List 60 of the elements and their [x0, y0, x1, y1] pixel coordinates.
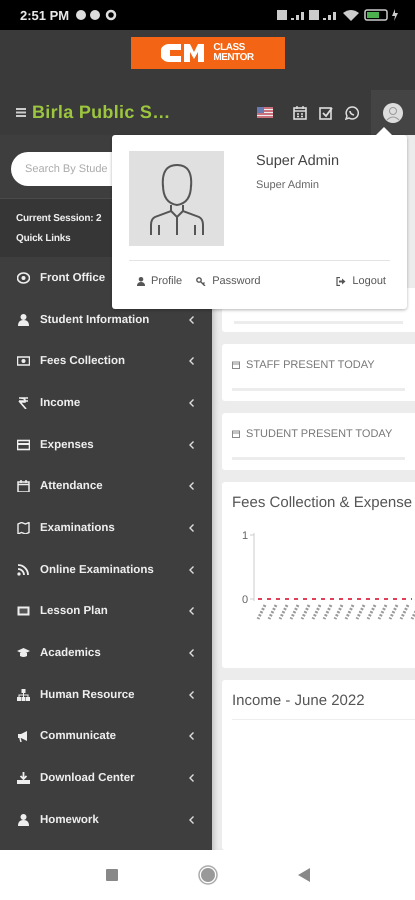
card-icon	[17, 438, 30, 451]
menu-item[interactable]: Expenses	[40, 438, 94, 451]
megaphone-icon	[17, 730, 30, 742]
menu-item[interactable]: Lesson Plan	[40, 605, 108, 618]
user-name: Super Admin	[256, 153, 340, 169]
user-icon	[137, 276, 145, 286]
profile-menu-link[interactable]: Logout	[336, 275, 386, 287]
menu-item[interactable]: Examinations	[40, 522, 115, 534]
y-axis	[250, 532, 254, 602]
download-icon	[17, 772, 30, 784]
calendar-icon	[17, 480, 30, 492]
avatar-icon[interactable]	[383, 102, 403, 122]
key-icon	[196, 276, 206, 286]
user-icon	[17, 314, 30, 326]
org-chart-icon	[17, 688, 30, 701]
y-tick-label: 0	[242, 594, 248, 606]
card-title: STUDENT PRESENT TODAY	[246, 428, 392, 440]
recents-icon[interactable]	[106, 869, 118, 881]
user-role: Super Admin	[256, 179, 320, 191]
checkbox-icon[interactable]	[319, 106, 333, 120]
menu-icon[interactable]	[16, 108, 26, 117]
profile-menu-link[interactable]: Profile	[137, 275, 182, 287]
board-icon	[17, 605, 30, 618]
calendar-icon[interactable]	[293, 106, 307, 120]
graduation-cap-icon	[17, 647, 30, 660]
profile-menu-link[interactable]: Password	[196, 275, 260, 287]
home-icon[interactable]	[198, 865, 218, 885]
eye-icon	[17, 272, 30, 284]
y-tick-label: 1	[242, 530, 248, 542]
rupee-icon	[17, 396, 30, 409]
menu-item[interactable]: Human Resource	[40, 688, 135, 701]
user-avatar-icon	[129, 151, 224, 246]
status-time: 2:51 PM	[20, 8, 70, 22]
flag-icon[interactable]	[257, 107, 273, 118]
map-icon	[17, 522, 30, 534]
menu-item[interactable]: Online Examinations	[40, 564, 154, 576]
menu-item[interactable]: Download Center	[40, 772, 135, 784]
income-title: Income - June 2022	[232, 692, 415, 720]
current-session: Current Session: 2	[16, 213, 102, 224]
logo-text: MENTOR	[213, 53, 254, 63]
logo-text: CLASS	[213, 43, 246, 53]
rss-icon	[17, 564, 30, 576]
menu-item[interactable]: Academics	[40, 647, 101, 660]
chart-title: Fees Collection & Expense	[232, 494, 414, 511]
menu-item[interactable]: Communicate	[40, 730, 116, 742]
calendar-icon	[232, 430, 240, 438]
calendar-icon	[232, 361, 240, 369]
whatsapp-icon[interactable]	[345, 106, 359, 120]
menu-item[interactable]: Income	[40, 396, 80, 409]
menu-item[interactable]: Homework	[40, 814, 99, 826]
logout-icon	[336, 276, 346, 286]
menu-item[interactable]: Front Office	[40, 272, 106, 284]
menu-item[interactable]: Fees Collection	[40, 355, 125, 368]
menu-item[interactable]: Student Information	[40, 314, 150, 326]
back-icon[interactable]	[298, 868, 310, 882]
card-title: STAFF PRESENT TODAY	[246, 359, 375, 371]
user-icon	[17, 814, 30, 826]
menu-item[interactable]: Attendance	[40, 480, 103, 492]
school-name[interactable]: Birla Public S…	[32, 102, 171, 123]
banknote-icon	[17, 355, 30, 368]
